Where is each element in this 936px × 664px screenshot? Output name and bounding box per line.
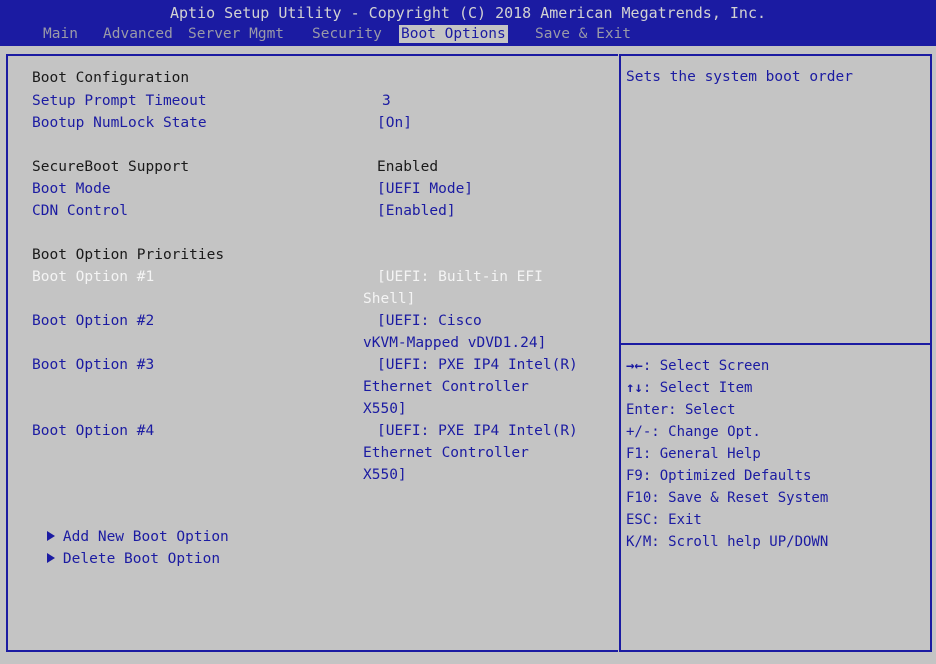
help-key-select-item: ↑↓: Select Item	[626, 380, 753, 396]
help-key-scroll-help: K/M: Scroll help UP/DOWN	[626, 534, 829, 550]
boot-option-4-value-line1[interactable]: [UEFI: PXE IP4 Intel(R)	[377, 420, 578, 442]
boot-option-4-label[interactable]: Boot Option #4	[32, 422, 154, 440]
delete-boot-option-link[interactable]: Delete Boot Option	[12, 532, 220, 586]
tab-save-exit[interactable]: Save & Exit	[533, 25, 633, 43]
help-key-save-reset: F10: Save & Reset System	[626, 490, 829, 506]
header-bar: Aptio Setup Utility - Copyright (C) 2018…	[0, 0, 936, 46]
secureboot-support-label: SecureBoot Support	[32, 159, 190, 175]
boot-option-1-value-line2[interactable]: Shell]	[363, 288, 415, 310]
help-key-exit: ESC: Exit	[626, 512, 702, 528]
boot-option-2-label[interactable]: Boot Option #2	[32, 312, 154, 330]
boot-option-4-value-line3[interactable]: X550]	[363, 464, 407, 486]
bootup-numlock-label[interactable]: Bootup NumLock State	[32, 114, 207, 132]
tab-boot-options[interactable]: Boot Options	[399, 25, 508, 43]
boot-option-2-value-line1[interactable]: [UEFI: Cisco	[377, 310, 482, 332]
help-key-general-help: F1: General Help	[626, 446, 761, 462]
submenu-arrow-icon	[46, 553, 55, 563]
secureboot-support-value: Enabled	[377, 159, 439, 175]
boot-option-1-value-line1[interactable]: [UEFI: Built-in EFI	[377, 266, 543, 288]
bios-screen: Aptio Setup Utility - Copyright (C) 2018…	[0, 0, 936, 664]
bootup-numlock-value[interactable]: [On]	[377, 112, 412, 134]
help-panel	[619, 54, 932, 652]
help-key-select-screen: →←: Select Screen	[626, 358, 770, 374]
tab-server-mgmt[interactable]: Server Mgmt	[186, 25, 286, 43]
boot-option-3-value-line1[interactable]: [UEFI: PXE IP4 Intel(R)	[377, 354, 578, 376]
delete-boot-option-label: Delete Boot Option	[62, 551, 221, 567]
boot-option-3-value-line2[interactable]: Ethernet Controller	[363, 376, 529, 398]
boot-mode-label[interactable]: Boot Mode	[32, 180, 111, 198]
tab-advanced[interactable]: Advanced	[101, 25, 175, 43]
tab-main[interactable]: Main	[41, 25, 80, 43]
boot-mode-value[interactable]: [UEFI Mode]	[377, 178, 473, 200]
help-key-enter: Enter: Select	[626, 402, 736, 418]
boot-configuration-heading: Boot Configuration	[32, 70, 190, 86]
setup-prompt-timeout-value[interactable]: 3	[382, 90, 391, 112]
up-down-arrows-icon: ↑↓	[626, 380, 643, 396]
utility-title: Aptio Setup Utility - Copyright (C) 2018…	[169, 4, 767, 22]
help-description: Sets the system boot order	[626, 69, 853, 85]
boot-option-1-label[interactable]: Boot Option #1	[32, 268, 154, 286]
left-right-arrows-icon: →←	[626, 358, 643, 374]
boot-option-3-label[interactable]: Boot Option #3	[32, 356, 154, 374]
cdn-control-value[interactable]: [Enabled]	[377, 200, 456, 222]
boot-option-3-value-line3[interactable]: X550]	[363, 398, 407, 420]
help-key-optimized-defaults: F9: Optimized Defaults	[626, 468, 812, 484]
tab-security[interactable]: Security	[310, 25, 384, 43]
boot-option-priorities-heading: Boot Option Priorities	[32, 247, 225, 263]
help-divider	[621, 343, 930, 345]
help-key-change-opt: +/-: Change Opt.	[626, 424, 761, 440]
boot-option-4-value-line2[interactable]: Ethernet Controller	[363, 442, 529, 464]
setup-prompt-timeout-label[interactable]: Setup Prompt Timeout	[32, 92, 207, 110]
boot-option-2-value-line2[interactable]: vKVM-Mapped vDVD1.24]	[363, 332, 546, 354]
cdn-control-label[interactable]: CDN Control	[32, 202, 128, 220]
